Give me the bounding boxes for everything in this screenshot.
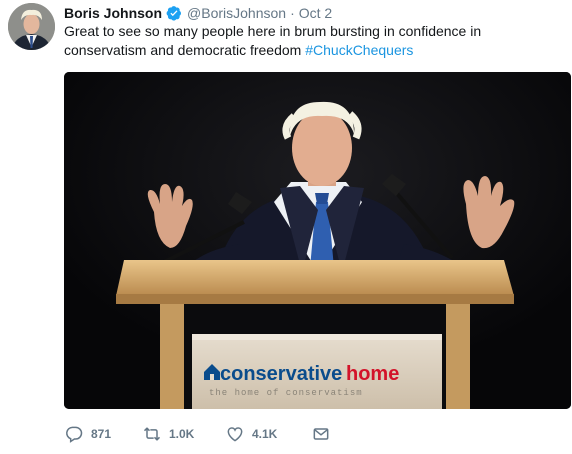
header-separator: · bbox=[290, 5, 295, 21]
envelope-icon bbox=[313, 428, 329, 440]
reply-icon bbox=[66, 426, 83, 443]
retweet-count: 1.0K bbox=[169, 427, 195, 441]
avatar-portrait bbox=[8, 3, 55, 50]
tweet-date[interactable]: Oct 2 bbox=[299, 5, 332, 21]
photo-scene: conservative home the home of conservati… bbox=[64, 72, 571, 409]
verified-badge-icon bbox=[166, 6, 182, 21]
podium-tagline: the home of conservatism bbox=[209, 388, 363, 398]
podium-brand-suffix: home bbox=[346, 363, 399, 385]
like-count: 4.1K bbox=[252, 427, 278, 441]
tweet-photo[interactable]: conservative home the home of conservati… bbox=[64, 72, 571, 409]
podium-brand-prefix: conservative bbox=[220, 363, 342, 385]
tweet-text-body: Great to see so many people here in brum… bbox=[64, 23, 482, 58]
author-avatar[interactable] bbox=[8, 3, 55, 50]
tweet-text: Great to see so many people here in brum… bbox=[64, 22, 564, 60]
heart-icon bbox=[227, 427, 243, 442]
tweet-actions: 871 1.0K 4.1K bbox=[64, 424, 331, 444]
hashtag-link[interactable]: #ChuckChequers bbox=[305, 42, 413, 58]
retweet-icon bbox=[143, 427, 161, 441]
author-handle[interactable]: @BorisJohnson bbox=[187, 5, 286, 21]
tweet-header: Boris Johnson @BorisJohnson · Oct 2 bbox=[64, 3, 332, 23]
reply-button[interactable]: 871 bbox=[64, 424, 142, 444]
retweet-button[interactable]: 1.0K bbox=[142, 424, 225, 444]
like-button[interactable]: 4.1K bbox=[225, 424, 311, 444]
author-name[interactable]: Boris Johnson bbox=[64, 5, 162, 21]
direct-message-button[interactable] bbox=[311, 424, 331, 444]
reply-count: 871 bbox=[91, 427, 112, 441]
